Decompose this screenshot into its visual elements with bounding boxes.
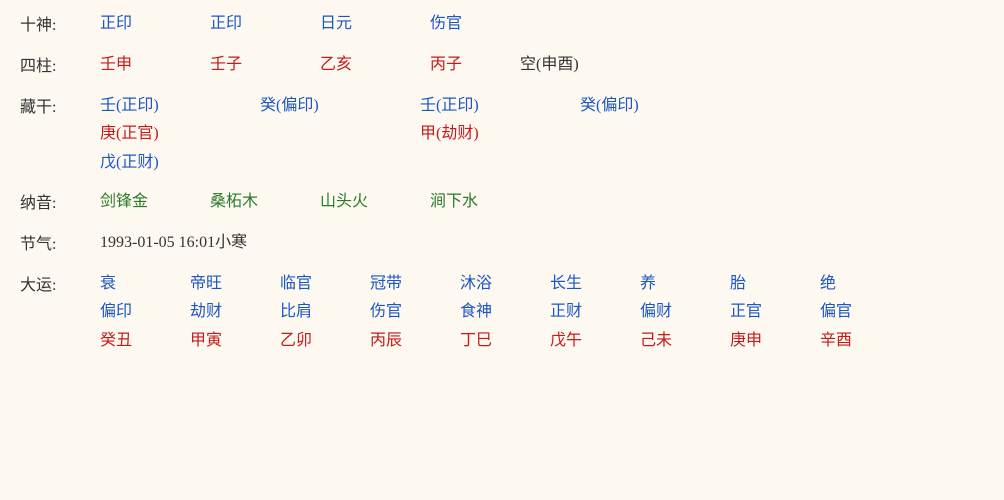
dayun-r3-c4: 丙辰 [370,327,460,356]
shishen-item-2: 正印 [210,10,320,39]
sizhu-label: 四柱: [20,51,100,82]
dayun-r1-c7: 养 [640,270,730,299]
sizhu-item-3: 乙亥 [320,51,430,80]
dayun-r2-c7: 偏财 [640,298,730,327]
dayun-r3-c7: 己未 [640,327,730,356]
zanggan-c2-r2 [420,149,580,178]
zanggan-c3-r0: 癸(偏印) [580,92,740,121]
dayun-r2-c5: 食神 [460,298,550,327]
dayun-r1-c4: 冠带 [370,270,460,299]
zanggan-c3-r2 [580,149,740,178]
nayin-item-3: 山头火 [320,188,430,217]
dayun-r2-c2: 劫财 [190,298,280,327]
nayin-item-4: 涧下水 [430,188,540,217]
zanggan-c1-r1 [260,120,420,149]
dayun-r1-c3: 临官 [280,270,370,299]
jieqi-label: 节气: [20,229,100,260]
zanggan-c2-r0: 壬(正印) [420,92,580,121]
dayun-r1-c1: 衰 [100,270,190,299]
zanggan-content: 壬(正印) 癸(偏印) 壬(正印) 癸(偏印) 庚(正官) 甲(劫财) 戊(正财… [100,92,984,178]
dayun-r3-c1: 癸丑 [100,327,190,356]
dayun-r3-c6: 戊午 [550,327,640,356]
dayun-r2-c1: 偏印 [100,298,190,327]
nayin-content: 剑锋金 桑柘木 山头火 涧下水 [100,188,984,217]
dayun-r1-c9: 绝 [820,270,910,299]
nayin-item-2: 桑柘木 [210,188,320,217]
sizhu-item-1: 壬申 [100,51,210,80]
dayun-r1-c2: 帝旺 [190,270,280,299]
nayin-item-1: 剑锋金 [100,188,210,217]
zanggan-c2-r1: 甲(劫财) [420,120,580,149]
jieqi-content: 1993-01-05 16:01小寒 [100,229,984,258]
jieqi-value: 1993-01-05 16:01小寒 [100,234,247,251]
dayun-r2-c4: 伤官 [370,298,460,327]
sizhu-content: 壬申 壬子 乙亥 丙子 空(申酉) [100,51,984,80]
dayun-r2-c8: 正官 [730,298,820,327]
dayun-row1: 衰 帝旺 临官 冠带 沐浴 长生 养 胎 绝 [100,270,984,299]
nayin-row: 纳音: 剑锋金 桑柘木 山头火 涧下水 [20,188,984,219]
dayun-r3-c2: 甲寅 [190,327,280,356]
zanggan-c0-r0: 壬(正印) [100,92,260,121]
dayun-r1-c6: 长生 [550,270,640,299]
sizhu-row: 四柱: 壬申 壬子 乙亥 丙子 空(申酉) [20,51,984,82]
sizhu-item-4: 丙子 [430,51,520,80]
sizhu-item-2: 壬子 [210,51,320,80]
zanggan-c3-r1 [580,120,740,149]
dayun-r2-c3: 比肩 [280,298,370,327]
zanggan-c1-r2 [260,149,420,178]
zanggan-c0-r1: 庚(正官) [100,120,260,149]
dayun-row: 大运: 衰 帝旺 临官 冠带 沐浴 长生 养 胎 绝 偏印 劫财 比肩 伤官 食… [20,270,984,356]
sizhu-suffix: 空(申酉) [520,51,579,80]
zanggan-row: 藏干: 壬(正印) 癸(偏印) 壬(正印) 癸(偏印) 庚(正官) 甲(劫财) … [20,92,984,178]
dayun-r3-c8: 庚申 [730,327,820,356]
dayun-row2: 偏印 劫财 比肩 伤官 食神 正财 偏财 正官 偏官 [100,298,984,327]
dayun-r1-c5: 沐浴 [460,270,550,299]
zanggan-label: 藏干: [20,92,100,123]
dayun-r2-c6: 正财 [550,298,640,327]
shishen-row: 十神: 正印 正印 日元 伤官 [20,10,984,41]
shishen-item-1: 正印 [100,10,210,39]
dayun-r3-c9: 辛酉 [820,327,910,356]
nayin-label: 纳音: [20,188,100,219]
shishen-content: 正印 正印 日元 伤官 [100,10,984,39]
zanggan-c1-r0: 癸(偏印) [260,92,420,121]
jieqi-row: 节气: 1993-01-05 16:01小寒 [20,229,984,260]
shishen-label: 十神: [20,10,100,41]
dayun-row3: 癸丑 甲寅 乙卯 丙辰 丁巳 戊午 己未 庚申 辛酉 [100,327,984,356]
shishen-item-3: 日元 [320,10,430,39]
dayun-r2-c9: 偏官 [820,298,910,327]
dayun-r1-c8: 胎 [730,270,820,299]
dayun-r3-c3: 乙卯 [280,327,370,356]
dayun-label: 大运: [20,270,100,301]
zanggan-c0-r2: 戊(正财) [100,149,260,178]
dayun-content: 衰 帝旺 临官 冠带 沐浴 长生 养 胎 绝 偏印 劫财 比肩 伤官 食神 正财… [100,270,984,356]
shishen-item-4: 伤官 [430,10,540,39]
dayun-r3-c5: 丁巳 [460,327,550,356]
